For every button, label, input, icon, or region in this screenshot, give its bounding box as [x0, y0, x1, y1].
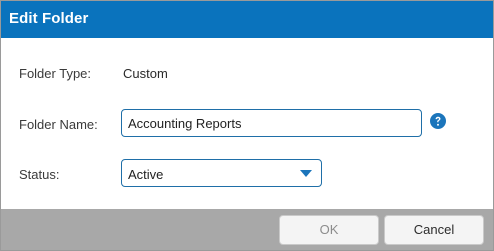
chevron-down-icon — [300, 170, 312, 177]
edit-folder-dialog: Edit Folder Folder Type: Custom Folder N… — [0, 0, 494, 251]
status-selected-value: Active — [128, 167, 164, 182]
cancel-button[interactable]: Cancel — [384, 215, 484, 245]
status-select[interactable]: Active — [121, 159, 322, 187]
status-label: Status: — [19, 167, 60, 182]
dialog-title: Edit Folder — [9, 10, 89, 27]
ok-button[interactable]: OK — [279, 215, 379, 245]
question-circle-icon[interactable] — [430, 113, 446, 129]
folder-name-label: Folder Name: — [19, 117, 98, 132]
dialog-footer: OK Cancel — [1, 209, 493, 250]
folder-name-input[interactable] — [121, 109, 422, 137]
dialog-title-bar[interactable]: Edit Folder — [1, 1, 493, 38]
folder-type-value: Custom — [123, 66, 168, 81]
folder-type-label: Folder Type: — [19, 66, 92, 81]
